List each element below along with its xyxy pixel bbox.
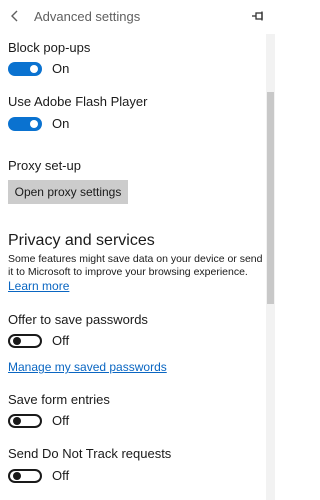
save-form-entries-label: Save form entries	[8, 392, 110, 407]
learn-more-link[interactable]: Learn more	[8, 279, 69, 293]
toggle-knob	[13, 472, 21, 480]
save-form-entries-toggle[interactable]	[8, 414, 42, 428]
do-not-track-state: Off	[52, 468, 70, 483]
do-not-track-toggle[interactable]	[8, 469, 42, 483]
block-popups-state: On	[52, 61, 70, 76]
toggle-knob	[30, 65, 38, 73]
privacy-description: Some features might save data on your de…	[8, 253, 263, 278]
save-passwords-toggle[interactable]	[8, 334, 42, 348]
privacy-section-heading: Privacy and services	[8, 232, 155, 249]
open-proxy-settings-button[interactable]: Open proxy settings	[8, 180, 128, 204]
vertical-scrollbar[interactable]	[266, 34, 275, 500]
manage-passwords-link[interactable]: Manage my saved passwords	[8, 360, 167, 374]
scrollbar-thumb[interactable]	[267, 92, 274, 304]
toggle-knob	[30, 120, 38, 128]
toggle-knob	[13, 337, 21, 345]
save-passwords-label: Offer to save passwords	[8, 312, 148, 327]
settings-panel: Block pop-ups On Use Adobe Flash Player …	[0, 0, 266, 500]
flash-player-toggle[interactable]	[8, 117, 42, 131]
block-popups-toggle[interactable]	[8, 62, 42, 76]
save-passwords-state: Off	[52, 333, 70, 348]
toggle-knob	[13, 417, 21, 425]
proxy-setup-label: Proxy set-up	[8, 158, 81, 173]
do-not-track-label: Send Do Not Track requests	[8, 446, 172, 461]
save-form-entries-state: Off	[52, 413, 70, 428]
block-popups-label: Block pop-ups	[8, 40, 91, 55]
flash-player-state: On	[52, 116, 70, 131]
flash-player-label: Use Adobe Flash Player	[8, 94, 148, 109]
